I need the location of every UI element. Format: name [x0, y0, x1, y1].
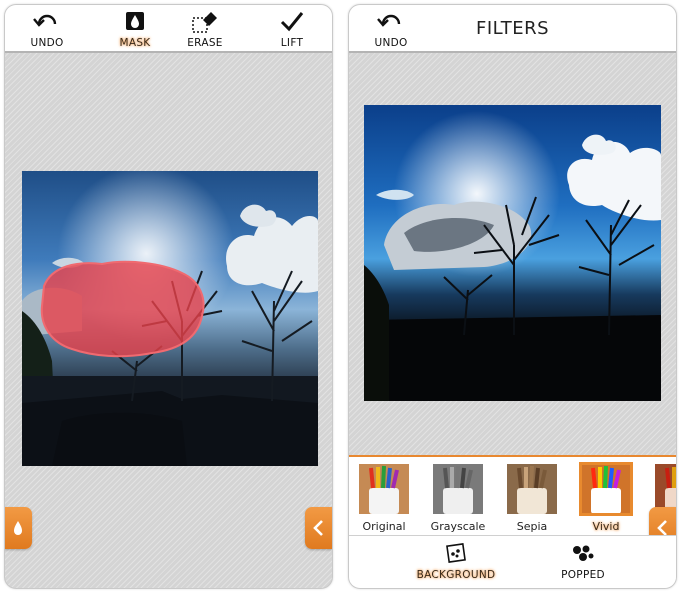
filter-original[interactable]: Original: [359, 464, 409, 533]
filter-vivid-thumbnail: [579, 462, 633, 516]
tab-popped[interactable]: POPPED: [533, 536, 633, 588]
filtered-photo: [364, 105, 661, 401]
mask-screen: UNDO MASK ERASE LIFT: [4, 4, 333, 589]
drop-icon: [14, 521, 22, 535]
mask-tool-button[interactable]: MASK: [105, 5, 165, 51]
chevron-left-icon: [313, 520, 323, 536]
filter-grayscale[interactable]: Grayscale: [431, 464, 485, 533]
filters-screen: UNDO FILTERS Original Grayscale Sepia Vi…: [348, 4, 677, 589]
filter-vivid[interactable]: Vivid: [579, 462, 633, 533]
filter-sepia-thumbnail: [507, 464, 557, 514]
popped-icon: [533, 542, 633, 564]
background-icon: [406, 542, 506, 564]
mask-toolbar: UNDO MASK ERASE LIFT: [5, 5, 332, 53]
filter-grayscale-label: Grayscale: [430, 520, 486, 533]
collapse-panel-tab[interactable]: [305, 507, 332, 549]
undo-label: UNDO: [30, 37, 64, 49]
bottom-tab-bar: BACKGROUND POPPED: [349, 535, 676, 588]
mask-drop-icon: [105, 10, 165, 34]
undo-button[interactable]: UNDO: [17, 5, 77, 51]
mask-toggle-tab[interactable]: [5, 507, 32, 549]
filter-vivid-label: Vivid: [592, 520, 620, 533]
mask-label: MASK: [119, 37, 151, 49]
filter-strip: Original Grayscale Sepia Vivid: [349, 455, 676, 537]
erase-label: ERASE: [187, 37, 223, 49]
photo-canvas[interactable]: [22, 171, 318, 466]
undo-icon: [17, 10, 77, 34]
tab-background[interactable]: BACKGROUND: [406, 536, 506, 588]
filter-sepia-label: Sepia: [516, 520, 548, 533]
background-label: BACKGROUND: [416, 569, 496, 581]
popped-label: POPPED: [561, 569, 605, 581]
filter-sepia[interactable]: Sepia: [507, 464, 557, 533]
filter-original-thumbnail: [359, 464, 409, 514]
lift-label: LIFT: [280, 37, 304, 49]
filter-grayscale-thumbnail: [433, 464, 483, 514]
lift-button[interactable]: LIFT: [262, 5, 322, 51]
filter-original-label: Original: [362, 520, 406, 533]
checkmark-icon: [262, 10, 322, 34]
erase-tool-button[interactable]: ERASE: [175, 5, 235, 51]
eraser-icon: [175, 10, 235, 34]
filters-toolbar: UNDO FILTERS: [349, 5, 676, 53]
screen-title: FILTERS: [475, 18, 549, 39]
